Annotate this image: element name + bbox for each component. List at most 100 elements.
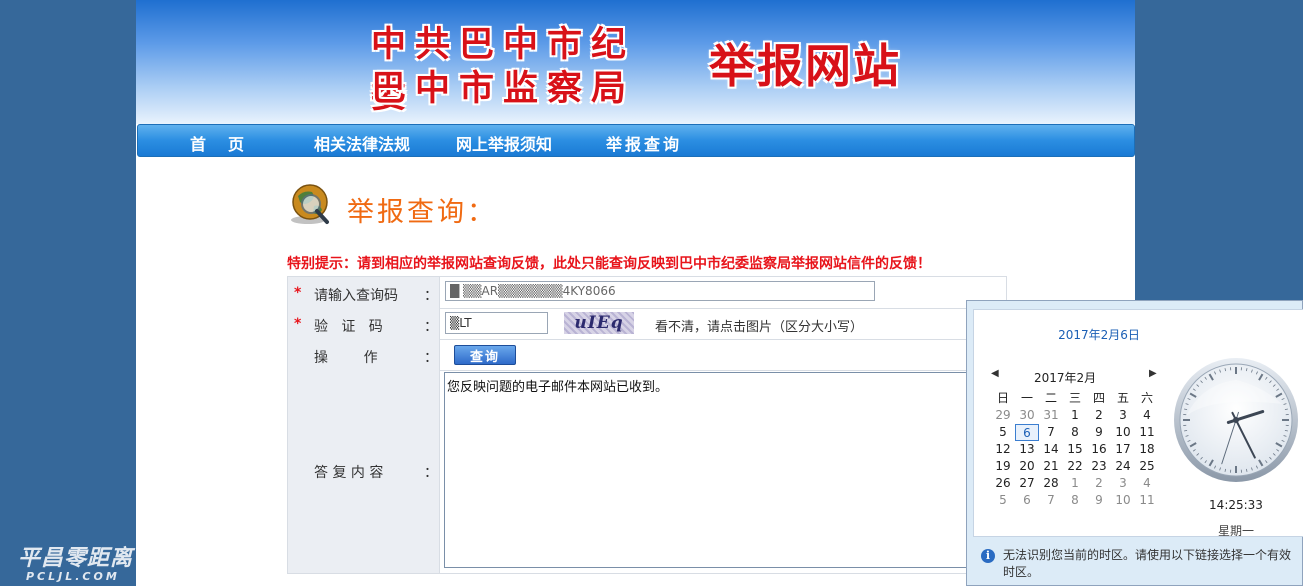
captcha-hint: 看不清，请点击图片（区分大小写） xyxy=(655,320,864,335)
calendar-day[interactable]: 7 xyxy=(1039,424,1063,441)
site-watermark: 平昌零距离 PCLJL.COM xyxy=(18,540,133,583)
calendar-weekday-header: 日一二三四五六 xyxy=(991,390,1161,407)
calendar-day[interactable]: 6 xyxy=(1015,492,1039,509)
calendar-day[interactable]: 8 xyxy=(1063,492,1087,509)
label-cell: * 请输入查询码 ： xyxy=(288,277,440,308)
calendar-day[interactable]: 2 xyxy=(1087,407,1111,424)
captcha-label: 验 证 码 xyxy=(314,319,383,335)
weekday-label: 四 xyxy=(1092,391,1105,405)
calendar-day[interactable]: 20 xyxy=(1015,458,1039,475)
calendar-week: 19 20 21 22 23 24 25 xyxy=(991,458,1161,475)
calendar-day[interactable]: 5 xyxy=(991,492,1015,509)
calendar-week: 26 27 28 1 2 3 4 xyxy=(991,475,1161,492)
form-row-captcha: * 验 证 码 ： uIEq 看不清，请点击图片（区分大小写） xyxy=(288,308,1006,340)
calendar-week: 29 30 31 1 2 3 4 xyxy=(991,407,1161,424)
calendar-day[interactable]: 22 xyxy=(1063,458,1087,475)
calendar-day[interactable]: 29 xyxy=(991,407,1015,424)
form-row-operation: 操 作 ： 查询 xyxy=(288,339,1006,371)
nav-item-home[interactable]: 首页 xyxy=(190,131,266,155)
calendar-day[interactable]: 26 xyxy=(991,475,1015,492)
calendar-week: 5 6 7 8 9 10 11 xyxy=(991,424,1161,441)
watermark-cn: 平昌零距离 xyxy=(18,546,134,571)
query-form: * 请输入查询码 ： * 验 证 码 ： uIEq 看不清，请点击图片（区分大小… xyxy=(287,276,1007,574)
calendar-day[interactable]: 18 xyxy=(1135,441,1159,458)
calendar-day[interactable]: 3 xyxy=(1111,475,1135,492)
query-button[interactable]: 查询 xyxy=(454,345,516,365)
next-month-icon[interactable]: ▶ xyxy=(1149,368,1157,379)
calendar-day[interactable]: 21 xyxy=(1039,458,1063,475)
calendar-day[interactable]: 1 xyxy=(1063,475,1087,492)
nav-item-report-notice[interactable]: 网上举报须知 xyxy=(456,131,552,155)
calendar-day[interactable]: 10 xyxy=(1111,424,1135,441)
calendar-day[interactable]: 23 xyxy=(1087,458,1111,475)
query-code-input[interactable] xyxy=(445,281,875,301)
calendar-day[interactable]: 11 xyxy=(1135,424,1159,441)
nav-item-report-query[interactable]: 举报查询 xyxy=(606,131,682,155)
reply-label: 答 复 内 容 xyxy=(314,465,384,481)
site-banner: 中共巴中市纪委 巴中市监察局 举报网站 xyxy=(136,0,1135,124)
colon: ： xyxy=(424,319,438,335)
calendar-day[interactable]: 10 xyxy=(1111,492,1135,509)
site-title: 举报网站 xyxy=(709,39,901,93)
colon: ： xyxy=(424,465,438,481)
analog-clock-icon xyxy=(1174,358,1298,482)
calendar-day[interactable]: 19 xyxy=(991,458,1015,475)
label-cell: * 验 证 码 ： xyxy=(288,308,440,339)
calendar-day[interactable]: 1 xyxy=(1063,407,1087,424)
captcha-input[interactable] xyxy=(445,312,548,334)
weekday-label: 六 xyxy=(1140,391,1153,405)
calendar-day[interactable]: 13 xyxy=(1015,441,1039,458)
clock-time: 14:25:33 xyxy=(1209,498,1263,512)
calendar-day[interactable]: 3 xyxy=(1111,407,1135,424)
calendar-day[interactable]: 11 xyxy=(1135,492,1159,509)
colon: ： xyxy=(424,350,438,366)
clock-weekday: 星期一 xyxy=(1217,524,1254,538)
previous-month-icon[interactable]: ◀ xyxy=(991,368,999,379)
calendar-week: 12 13 14 15 16 17 18 xyxy=(991,441,1161,458)
calendar-day[interactable]: 12 xyxy=(991,441,1015,458)
calendar-day[interactable]: 9 xyxy=(1087,492,1111,509)
calendar-day[interactable]: 4 xyxy=(1135,407,1159,424)
main-nav: 首页 相关法律法规 网上举报须知 举报查询 xyxy=(137,124,1135,157)
calendar-day[interactable]: 28 xyxy=(1039,475,1063,492)
info-icon: i xyxy=(981,549,995,563)
reply-content-textarea[interactable]: 您反映问题的电子邮件本网站已收到。 xyxy=(444,372,1000,568)
date-time-popup: 2017年2月6日 ◀ 2017年2月 ▶ 日一二三四五六 29 30 31 1 2 3 4 5… xyxy=(966,300,1303,586)
page-heading: 举报查询： xyxy=(347,197,497,228)
calendar-day[interactable]: 5 xyxy=(991,424,1015,441)
captcha-image[interactable]: uIEq xyxy=(564,312,634,334)
form-row-query-code: * 请输入查询码 ： xyxy=(288,277,1006,309)
calendar-day[interactable]: 30 xyxy=(1015,407,1039,424)
label-cell: 操 作 ： xyxy=(288,339,440,370)
calendar-day[interactable]: 2 xyxy=(1087,475,1111,492)
label-cell: 答 复 内 容 ： xyxy=(288,370,440,573)
weekday-label: 二 xyxy=(1044,391,1057,405)
calendar-day[interactable]: 24 xyxy=(1111,458,1135,475)
calendar-day[interactable]: 8 xyxy=(1063,424,1087,441)
calendar-grid: 日一二三四五六 29 30 31 1 2 3 4 5 6 7 8 9 10 11 12 13 14 15 16 17 18… xyxy=(991,390,1161,509)
weekday-label: 三 xyxy=(1068,391,1081,405)
calendar-day[interactable]: 17 xyxy=(1111,441,1135,458)
calendar-day[interactable]: 25 xyxy=(1135,458,1159,475)
month-title[interactable]: 2017年2月 xyxy=(1034,369,1096,386)
calendar-day[interactable]: 7 xyxy=(1039,492,1063,509)
date-link[interactable]: 2017年2月6日 xyxy=(974,326,1224,343)
calendar-week: 5 6 7 8 9 10 11 xyxy=(991,492,1161,509)
globe-magnifier-icon xyxy=(291,184,329,224)
calendar-day[interactable]: 4 xyxy=(1135,475,1159,492)
timezone-warning: 无法识别您当前的时区。请使用以下链接选择一个有效时区。 xyxy=(1003,548,1292,579)
calendar-day[interactable]: 9 xyxy=(1087,424,1111,441)
calendar-clock-panel: 2017年2月6日 ◀ 2017年2月 ▶ 日一二三四五六 29 30 31 1 2 3 4 5… xyxy=(973,309,1303,538)
calendar-day-today[interactable]: 6 xyxy=(1015,424,1039,441)
required-star: * xyxy=(294,316,302,332)
calendar-day[interactable]: 15 xyxy=(1063,441,1087,458)
weekday-label: 日 xyxy=(996,391,1009,405)
calendar-day[interactable]: 31 xyxy=(1039,407,1063,424)
calendar-day[interactable]: 16 xyxy=(1087,441,1111,458)
nav-item-laws[interactable]: 相关法律法规 xyxy=(314,131,410,155)
calendar-day[interactable]: 27 xyxy=(1015,475,1039,492)
calendar-day[interactable]: 14 xyxy=(1039,441,1063,458)
colon: ： xyxy=(424,288,438,304)
form-row-reply: 答 复 内 容 ： 您反映问题的电子邮件本网站已收到。 xyxy=(288,370,1006,573)
org-name-line2: 巴中市监察局 xyxy=(371,68,636,109)
